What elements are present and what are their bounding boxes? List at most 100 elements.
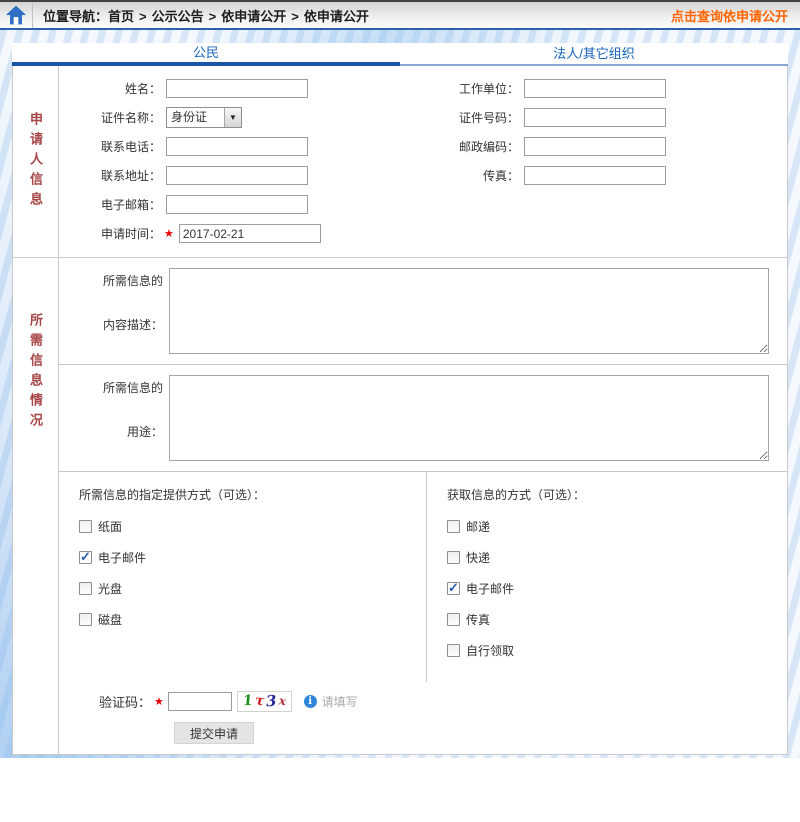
checkbox-self-pickup[interactable]: 自行领取 [447,643,787,657]
checkbox-icon[interactable] [79,551,92,564]
apply-time-label: 申请时间： [59,225,161,242]
captcha-hint: 请填写 [322,693,358,710]
work-unit-input[interactable] [524,79,666,98]
checkbox-email-obtain[interactable]: 电子邮件 [447,581,787,595]
provide-method-group: 所需信息的指定提供方式（可选）： 纸面 电子邮件 光 [59,472,427,682]
cert-name-label: 证件名称： [59,109,161,126]
breadcrumb-separator: > [139,9,147,24]
checkbox-label: 纸面 [98,518,122,535]
applicant-section: 申请人信息 姓名： 证件名称： 身份证 ▼ [13,66,787,258]
submit-button[interactable]: 提交申请 [174,722,254,744]
applicant-right-column: 工作单位： 证件号码： 邮政编码： 传真： [423,74,787,248]
content-description-label: 所需信息的 内容描述： [59,268,163,354]
email-input[interactable] [166,195,308,214]
checkbox-post[interactable]: 邮递 [447,519,787,533]
name-input[interactable] [166,79,308,98]
cert-no-label: 证件号码： [423,109,519,126]
breadcrumb-item-disclosure[interactable]: 依申请公开 [221,9,286,24]
applicant-left-column: 姓名： 证件名称： 身份证 ▼ 联系电话： [59,74,423,248]
breadcrumb-item-announcements[interactable]: 公示公告 [152,9,204,24]
checkbox-icon[interactable] [447,551,460,564]
checkbox-icon[interactable] [447,582,460,595]
home-icon [5,5,27,25]
page-background: 公民 法人/其它组织 申请人信息 姓名： 证件名称： [0,30,800,758]
breadcrumb-item-home[interactable]: 首页 [108,9,134,24]
fax-input[interactable] [524,166,666,185]
checkbox-paper[interactable]: 纸面 [79,519,426,533]
checkbox-label: 快递 [466,549,490,566]
captcha-char: τ [254,693,265,710]
checkbox-fax[interactable]: 传真 [447,612,787,626]
provide-method-title: 所需信息的指定提供方式（可选）： [79,486,426,503]
checkbox-label: 邮递 [466,518,490,535]
submit-row: 提交申请 [59,720,787,754]
query-disclosure-link[interactable]: 点击查询依申请公开 [671,6,788,25]
required-star-icon: ★ [164,227,174,240]
apply-time-input[interactable] [179,224,321,243]
fax-label: 传真： [423,167,519,184]
postcode-input[interactable] [524,137,666,156]
purpose-label: 所需信息的 用途： [59,375,163,461]
email-label: 电子邮箱： [59,196,161,213]
address-input[interactable] [166,166,308,185]
breadcrumb-separator: > [291,9,299,24]
phone-input[interactable] [166,137,308,156]
checkbox-label: 传真 [466,611,490,628]
checkbox-label: 自行领取 [466,642,514,659]
applicant-section-label: 申请人信息 [29,112,42,212]
phone-label: 联系电话： [59,138,161,155]
required-info-section: 所需信息情况 所需信息的 内容描述： 所需信息的 用途： [13,258,787,754]
checkbox-icon[interactable] [447,613,460,626]
checkbox-express[interactable]: 快递 [447,550,787,564]
address-label: 联系地址： [59,167,161,184]
checkbox-label: 电子邮件 [466,580,514,597]
obtain-method-group: 获取信息的方式（可选）： 邮递 快递 电子邮件 [427,472,787,682]
postcode-label: 邮政编码： [423,138,519,155]
captcha-char: x [278,694,287,709]
breadcrumb-prefix: 位置导航： [43,9,108,24]
cert-name-value: 身份证 [167,108,224,127]
captcha-char: 1 [242,693,253,710]
content-description-row: 所需信息的 内容描述： [59,258,787,364]
name-label: 姓名： [59,80,161,97]
tab-legal-entity[interactable]: 法人/其它组织 [400,43,788,66]
captcha-image[interactable]: 1 τ 3 x [237,691,292,712]
content-panel: 公民 法人/其它组织 申请人信息 姓名： 证件名称： [12,43,788,755]
info-icon: i [304,695,317,708]
captcha-label: 验证码： [99,692,151,711]
breadcrumb-separator: > [209,9,217,24]
tab-citizen[interactable]: 公民 [12,43,400,66]
checkbox-disk[interactable]: 磁盘 [79,612,426,626]
captcha-input[interactable] [168,692,232,711]
required-star-icon: ★ [154,695,164,708]
content-description-textarea[interactable] [169,268,769,354]
application-form: 申请人信息 姓名： 证件名称： 身份证 ▼ [12,66,788,755]
checkbox-label: 光盘 [98,580,122,597]
checkbox-icon[interactable] [79,613,92,626]
breadcrumb: 位置导航：首页>公示公告>依申请公开>依申请公开 [43,6,369,25]
captcha-char: 3 [265,692,277,711]
obtain-method-title: 获取信息的方式（可选）： [447,486,787,503]
required-info-side-column: 所需信息情况 [13,258,59,754]
applicant-side-column: 申请人信息 [13,66,59,257]
home-button[interactable] [0,2,33,28]
checkbox-label: 电子邮件 [98,549,146,566]
cert-no-input[interactable] [524,108,666,127]
purpose-row: 所需信息的 用途： [59,364,787,471]
checkbox-icon[interactable] [447,520,460,533]
checkbox-icon[interactable] [79,520,92,533]
checkbox-email-provide[interactable]: 电子邮件 [79,550,426,564]
work-unit-label: 工作单位： [423,80,519,97]
captcha-row: 验证码：★ 1 τ 3 x i 请填写 [59,682,787,720]
purpose-textarea[interactable] [169,375,769,461]
checkbox-icon[interactable] [79,582,92,595]
required-info-section-label: 所需信息情况 [29,313,42,433]
breadcrumb-bar: 位置导航：首页>公示公告>依申请公开>依申请公开 点击查询依申请公开 [0,0,800,30]
checkbox-label: 磁盘 [98,611,122,628]
cert-name-select[interactable]: 身份证 ▼ [166,107,242,128]
tab-bar: 公民 法人/其它组织 [12,43,788,66]
options-area: 所需信息的指定提供方式（可选）： 纸面 电子邮件 光 [59,471,787,682]
checkbox-cd[interactable]: 光盘 [79,581,426,595]
chevron-down-icon[interactable]: ▼ [224,108,241,127]
checkbox-icon[interactable] [447,644,460,657]
